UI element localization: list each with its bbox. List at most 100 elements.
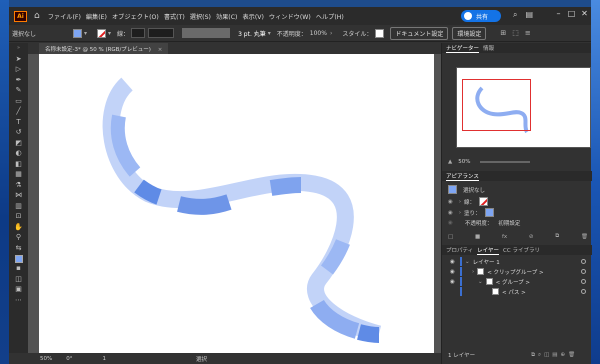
stroke-weight-field[interactable] — [148, 28, 175, 38]
document-setup-button[interactable]: ドキュメント設定 — [390, 26, 449, 40]
menu-object[interactable]: オブジェクト(O) — [112, 12, 159, 21]
variable-width-profile[interactable] — [182, 28, 231, 38]
fill-dropdown-icon[interactable]: ▾ — [84, 30, 87, 37]
navigator-view-box[interactable] — [462, 79, 531, 131]
layer-row[interactable]: < パス > — [442, 287, 592, 296]
style-swatch[interactable] — [375, 28, 385, 38]
tab-info[interactable]: 情報 — [483, 44, 494, 52]
expand-arrow-icon[interactable]: ⌄ — [465, 259, 470, 265]
artboard-number[interactable]: 1 — [102, 356, 106, 362]
edit-toolbar-icon[interactable]: ⋯ — [15, 295, 22, 306]
screen-mode-icon[interactable]: ▣ — [15, 284, 22, 295]
stroke-weight-stepper[interactable] — [131, 28, 146, 38]
blend-tool-icon[interactable]: ⋈ — [15, 190, 22, 201]
tab-layers[interactable]: レイヤー — [477, 246, 500, 255]
tab-properties[interactable]: プロパティ — [446, 246, 473, 254]
preferences-button[interactable]: 環境設定 — [452, 26, 487, 40]
close-tab-icon[interactable]: × — [158, 47, 163, 53]
menu-edit[interactable]: 編集(E) — [86, 12, 107, 21]
stroke-swatch[interactable] — [97, 28, 107, 38]
eyedropper-tool-icon[interactable]: ⚗ — [15, 180, 21, 191]
menu-view[interactable]: 表示(V) — [242, 12, 263, 21]
appearance-stroke-swatch[interactable] — [479, 197, 489, 206]
menu-file[interactable]: ファイル(F) — [48, 12, 81, 21]
menu-select[interactable]: 選択(S) — [190, 12, 211, 21]
search-icon[interactable]: ⌕ — [513, 10, 517, 20]
layer-name[interactable]: < グループ > — [496, 278, 530, 286]
layer-name[interactable]: レイヤー 1 — [473, 258, 500, 266]
hand-tool-icon[interactable]: ✋ — [14, 222, 23, 233]
add-effect-icon[interactable]: fx — [502, 234, 507, 240]
eye-icon[interactable]: ◉ — [450, 259, 458, 265]
target-icon[interactable] — [581, 269, 586, 274]
eye-icon[interactable]: ◉ — [450, 279, 458, 285]
menu-effect[interactable]: 効果(C) — [216, 12, 238, 21]
new-fill-icon[interactable]: ■ — [475, 234, 480, 240]
direct-selection-tool-icon[interactable]: ▷ — [16, 64, 21, 75]
menu-window[interactable]: ウィンドウ(W) — [269, 12, 311, 21]
share-button[interactable]: 共有 — [461, 10, 501, 22]
layers-footer-icons[interactable]: ⧉⌕◫▤⊕🗑 — [531, 352, 578, 359]
toolbar-collapse-icon[interactable]: » — [17, 43, 20, 54]
brush-dropdown-icon[interactable]: ▾ — [268, 30, 271, 37]
appearance-stroke-row[interactable]: ◉ › 線： — [448, 197, 489, 206]
zoom-tool-icon[interactable]: ⚲ — [16, 232, 21, 243]
type-tool-icon[interactable]: T — [16, 117, 20, 128]
pencil-tool-icon[interactable]: ✎ — [16, 85, 22, 96]
tab-navigator[interactable]: ナビゲーター — [446, 44, 480, 53]
clear-appearance-icon[interactable]: ⊘ — [529, 234, 534, 240]
menu-help[interactable]: ヘルプ(H) — [316, 12, 344, 21]
width-tool-icon[interactable]: ◐ — [15, 148, 21, 159]
graph-tool-icon[interactable]: ▥ — [15, 201, 22, 212]
arrange-documents-icon[interactable]: ▤ — [525, 10, 533, 20]
brush-stroke-artwork[interactable] — [39, 54, 434, 353]
layer-row[interactable]: ◉ › < クリップグループ > — [442, 267, 592, 276]
draw-mode-icon[interactable]: ◫ — [15, 274, 22, 285]
rotate-tool-icon[interactable]: ↺ — [16, 127, 22, 138]
navigator-zoom[interactable]: 50% — [458, 159, 470, 165]
new-stroke-icon[interactable]: □ — [448, 234, 453, 240]
rotation-angle[interactable]: 0° — [66, 356, 72, 362]
expand-arrow-icon[interactable]: › — [459, 199, 461, 205]
artboard[interactable] — [39, 54, 434, 353]
paintbrush-tool-icon[interactable]: ╱ — [16, 106, 20, 117]
brush-path[interactable] — [102, 77, 382, 343]
target-icon[interactable] — [581, 279, 586, 284]
shape-builder-icon[interactable]: ◧ — [15, 159, 22, 170]
fill-swatch[interactable] — [73, 28, 83, 38]
layer-row[interactable]: ◉ ⌄ レイヤー 1 — [442, 257, 592, 266]
document-tab[interactable]: 名称未設定-3* @ 50 % (RGB/プレビュー) × — [39, 42, 169, 55]
expand-arrow-icon[interactable]: › — [459, 210, 461, 216]
delete-item-icon[interactable]: 🗑 — [581, 234, 588, 240]
appearance-opacity-row[interactable]: ◉ 不透明度： 初期設定 — [448, 219, 520, 227]
minimize-icon[interactable]: – — [552, 9, 565, 18]
zoom-level[interactable]: 50% — [40, 356, 52, 362]
fill-color-box[interactable] — [14, 255, 23, 263]
target-icon[interactable] — [581, 259, 586, 264]
target-icon[interactable] — [581, 289, 586, 294]
layer-name[interactable]: < クリップグループ > — [487, 268, 543, 276]
menu-type[interactable]: 書式(T) — [164, 12, 185, 21]
tab-cc-libraries[interactable]: CC ライブラリ — [503, 246, 540, 254]
home-icon[interactable]: ⌂ — [34, 11, 40, 21]
stroke-dropdown-icon[interactable]: ▾ — [108, 30, 111, 37]
eye-icon[interactable]: ◉ — [450, 269, 458, 275]
transform-icon[interactable]: ⬚ — [512, 29, 519, 37]
eye-icon[interactable]: ◉ — [448, 210, 453, 216]
opacity-arrow-icon[interactable]: › — [330, 30, 332, 37]
eraser-tool-icon[interactable]: ◩ — [15, 138, 22, 149]
pen-tool-icon[interactable]: ✒ — [16, 75, 22, 86]
selection-tool-icon[interactable]: ➤ — [16, 54, 22, 65]
swap-colors-icon[interactable]: ⇆ — [16, 243, 22, 254]
appearance-fill-row[interactable]: ◉ › 塗り： — [448, 208, 494, 217]
maximize-icon[interactable]: □ — [565, 9, 578, 18]
eye-icon[interactable]: ◉ — [448, 220, 453, 226]
layer-row[interactable]: ◉ ⌄ < グループ > — [442, 277, 592, 286]
zoom-out-mountain-icon[interactable]: ▲ — [448, 159, 452, 165]
expand-arrow-icon[interactable]: › — [472, 269, 474, 275]
navigator-zoom-slider[interactable] — [480, 161, 531, 163]
align-icon[interactable]: ⊞ — [500, 29, 506, 37]
brush-definition[interactable]: 3 pt. 丸筆 — [238, 29, 266, 38]
gradient-tool-icon[interactable]: ▦ — [15, 169, 22, 180]
opacity-field[interactable]: 100% — [310, 30, 327, 37]
